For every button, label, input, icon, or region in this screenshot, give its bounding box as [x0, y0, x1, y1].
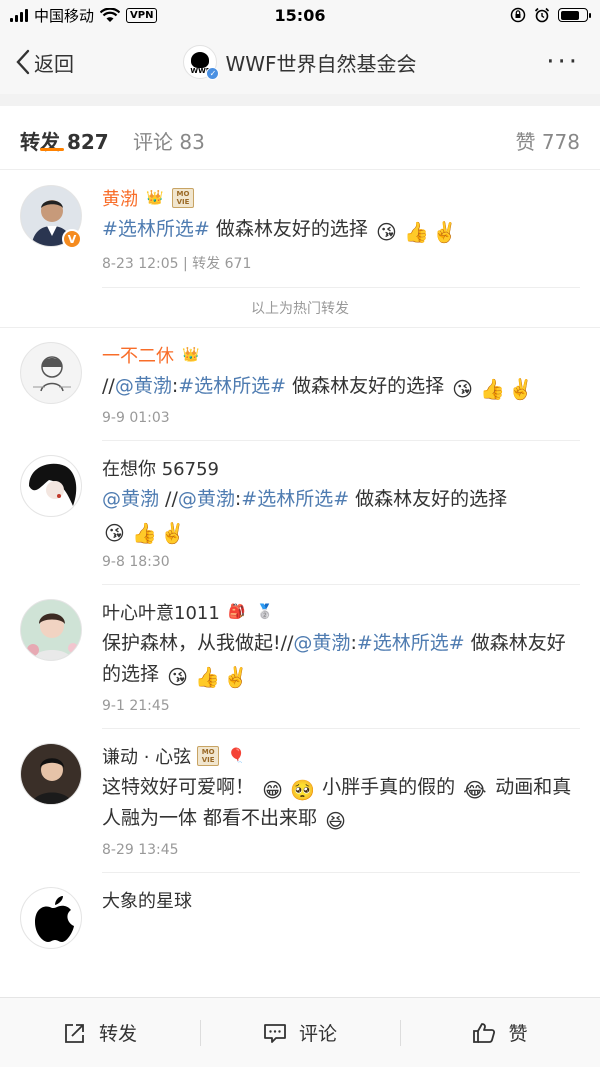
post-text: 小胖手真的假的	[316, 776, 456, 798]
grin-emoji-icon: 😁	[262, 778, 283, 802]
movie-badge-icon: MO VIE	[172, 188, 194, 208]
victory-hand-icon: ✌️	[223, 665, 248, 689]
post-text: 做森林友好的选择	[349, 488, 508, 510]
post-text: 做森林友好的选择	[286, 375, 445, 397]
avatar[interactable]	[20, 455, 82, 517]
mention-link[interactable]: @黄渤	[293, 632, 350, 654]
divider	[0, 94, 600, 106]
tab-like[interactable]: 赞 778	[515, 126, 580, 155]
status-bar: 中国移动 VPN 15:06	[0, 0, 600, 30]
kiss-emoji-icon: 😘	[375, 220, 397, 244]
topic-link[interactable]: #选林所选#	[357, 632, 465, 654]
thumbs-up-icon: 👍	[132, 521, 157, 545]
tab-repost[interactable]: 转发 827	[20, 126, 109, 155]
victory-hand-icon: ✌️	[160, 521, 185, 545]
mention-link[interactable]: @黄渤	[115, 375, 172, 397]
crown-icon: 👑	[182, 347, 200, 363]
tab-indicator	[40, 148, 64, 151]
battery-icon	[558, 8, 591, 22]
username[interactable]: 在想你 56759	[102, 455, 219, 481]
username[interactable]: 叶心叶意1011	[102, 599, 220, 625]
avatar[interactable]	[20, 342, 82, 404]
list-item[interactable]: 大象的星球	[0, 873, 600, 949]
mention-link[interactable]: @黄渤	[178, 488, 235, 510]
post-meta: 8-29 13:45	[102, 842, 580, 873]
topic-link[interactable]: #选林所选#	[102, 218, 210, 240]
topic-link[interactable]: #选林所选#	[178, 375, 286, 397]
mention-link[interactable]: @黄渤	[102, 488, 159, 510]
repost-list: V 黄渤 👑 MO VIE #选林所选# 做森林友好的选择 😘 👍 ✌️ 8-23 1…	[0, 171, 600, 949]
list-item[interactable]: 一不二休 👑 //@黄渤:#选林所选# 做森林友好的选择 😘 👍 ✌️ 9-9 01…	[0, 328, 600, 441]
post-text: 这特效好可爱啊！	[102, 776, 255, 798]
tabs: 转发 827 评论 83 赞 778	[0, 106, 600, 170]
victory-hand-icon: ✌️	[508, 377, 534, 401]
avatar[interactable]	[20, 887, 82, 949]
comment-button[interactable]: 评论	[200, 998, 400, 1067]
share-icon	[65, 1023, 84, 1043]
wwf-logo: WWF ✓	[183, 45, 220, 80]
verified-icon: ✓	[206, 67, 220, 80]
username[interactable]: 谦动 · 心弦	[102, 743, 191, 769]
movie-badge-icon: MO VIE	[197, 746, 220, 766]
username[interactable]: 大象的星球	[102, 887, 192, 913]
repost-label: 转发	[98, 1023, 137, 1045]
post-text: 做森林友好的选择	[209, 218, 368, 240]
page-title: WWF ✓ WWF世界自然基金会	[0, 45, 600, 80]
repost-button[interactable]: 转发	[0, 998, 200, 1067]
avatar[interactable]	[20, 743, 82, 805]
thumbs-up-icon: 👍	[480, 377, 506, 401]
alarm-icon	[534, 7, 550, 23]
username[interactable]: 黄渤	[102, 185, 138, 211]
topic-link[interactable]: #选林所选#	[241, 488, 349, 510]
post-meta: 8-23 12:05 | 转发 671	[102, 253, 580, 288]
pleading-emoji-icon: 🥺	[290, 778, 315, 802]
crying-laugh-emoji-icon: 😂	[463, 778, 487, 802]
thumbs-up-icon	[473, 1022, 496, 1043]
laugh-emoji-icon: 😆	[325, 809, 346, 833]
post-text: 保护森林，从我做起!//	[102, 632, 294, 654]
more-options-button[interactable]: ···	[546, 47, 580, 77]
like-label: 赞	[508, 1023, 528, 1045]
medal-icon: 🥈	[256, 604, 274, 620]
list-item[interactable]: 谦动 · 心弦 MO VIE 🎈 这特效好可爱啊！ 😁 🥺 小胖手真的假的 😂 动画…	[0, 729, 600, 873]
like-button[interactable]: 赞	[400, 998, 600, 1067]
post-meta: 9-9 01:03	[102, 410, 580, 441]
post-content: @黄渤 //@黄渤:#选林所选# 做森林友好的选择 😘 👍 ✌️	[102, 484, 580, 546]
repost-prefix: //	[102, 375, 115, 397]
repost-prefix: //	[159, 488, 178, 510]
post-content: 保护森林，从我做起!//@黄渤:#选林所选# 做森林友好的选择 😘 👍 ✌️	[102, 628, 580, 690]
verified-v-icon: V	[62, 229, 82, 249]
username[interactable]: 一不二休	[102, 342, 174, 368]
post-content: //@黄渤:#选林所选# 做森林友好的选择 😘 👍 ✌️	[102, 371, 580, 402]
comment-icon	[264, 1023, 286, 1043]
list-item[interactable]: 叶心叶意1011 🎒 🥈 保护森林，从我做起!//@黄渤:#选林所选# 做森林友…	[0, 585, 600, 729]
bottom-action-bar: 转发 评论 赞	[0, 997, 600, 1067]
comment-label: 评论	[298, 1023, 337, 1045]
post-content: #选林所选# 做森林友好的选择 😘 👍 ✌️	[102, 214, 580, 245]
list-item[interactable]: 在想你 56759 @黄渤 //@黄渤:#选林所选# 做森林友好的选择 😘 👍 ✌️…	[0, 441, 600, 585]
post-content: 这特效好可爱啊！ 😁 🥺 小胖手真的假的 😂 动画和真人融为一体 都看不出来耶 😆	[102, 772, 580, 834]
avatar[interactable]	[20, 599, 82, 661]
kiss-emoji-icon: 😘	[104, 521, 125, 545]
thumbs-up-icon: 👍	[195, 665, 220, 689]
rotation-lock-icon	[510, 7, 526, 23]
kiss-emoji-icon: 😘	[452, 377, 474, 401]
thumbs-up-icon: 👍	[403, 220, 429, 244]
backpack-icon: 🎒	[228, 604, 246, 620]
title-text: WWF世界自然基金会	[225, 51, 417, 76]
post-meta: 9-8 18:30	[102, 554, 580, 585]
nav-bar: 返回 WWF ✓ WWF世界自然基金会 ···	[0, 30, 600, 94]
list-item[interactable]: V 黄渤 👑 MO VIE #选林所选# 做森林友好的选择 😘 👍 ✌️ 8-23 1…	[0, 171, 600, 288]
crown-icon: 👑	[146, 190, 164, 206]
hot-reposts-divider: 以上为热门转发	[0, 288, 600, 328]
kiss-emoji-icon: 😘	[167, 665, 188, 689]
post-meta: 9-1 21:45	[102, 698, 580, 729]
victory-hand-icon: ✌️	[431, 220, 457, 244]
tab-comment[interactable]: 评论 83	[133, 126, 205, 155]
hot-air-balloon-icon: 🎈	[227, 748, 245, 764]
